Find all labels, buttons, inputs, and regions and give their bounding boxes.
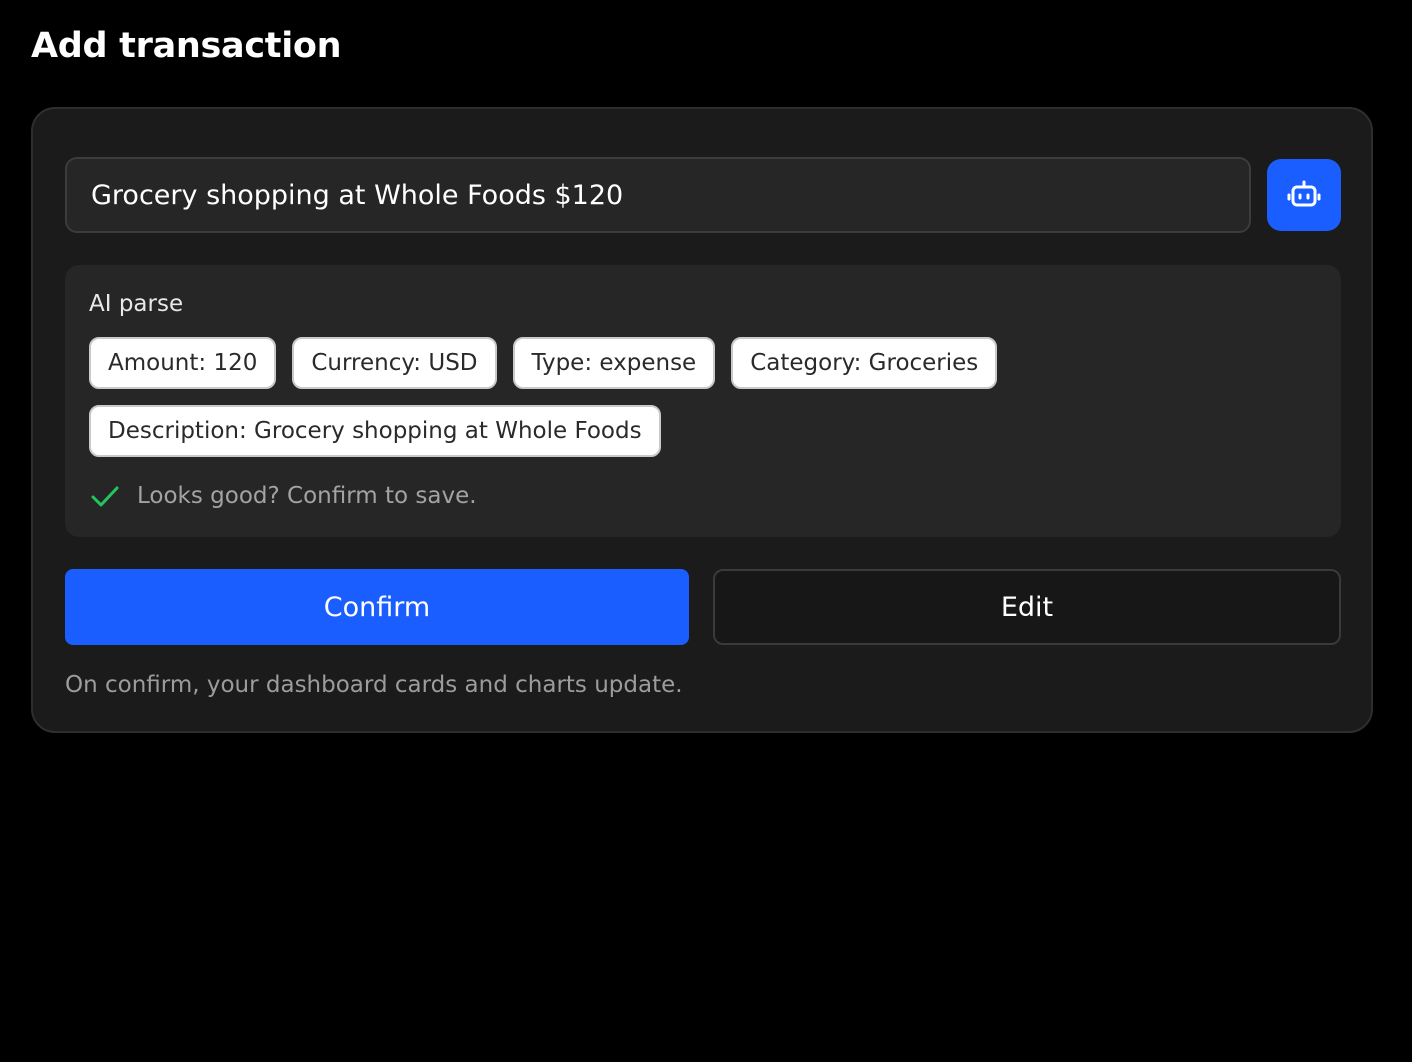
parse-status: Looks good? Confirm to save.: [89, 479, 477, 513]
status-text: Looks good? Confirm to save.: [137, 483, 477, 509]
edit-button[interactable]: Edit: [713, 569, 1341, 645]
transaction-text-input[interactable]: [65, 157, 1251, 233]
parsed-fields: Amount: 120 Currency: USD Type: expense …: [89, 337, 1309, 457]
chip-description: Description: Grocery shopping at Whole F…: [89, 405, 661, 457]
chip-category: Category: Groceries: [731, 337, 998, 389]
robot-icon: [1287, 180, 1321, 207]
ai-parse-button[interactable]: [1267, 159, 1341, 231]
confirm-button[interactable]: Confirm: [65, 569, 689, 645]
confirm-hint: On confirm, your dashboard cards and cha…: [65, 672, 683, 698]
ai-parse-label: AI parse: [89, 291, 184, 317]
chip-currency: Currency: USD: [292, 337, 497, 389]
add-transaction-card: AI parse Amount: 120 Currency: USD Type:…: [31, 107, 1373, 733]
chip-amount: Amount: 120: [89, 337, 277, 389]
check-icon: [91, 486, 119, 507]
chip-type: Type: expense: [512, 337, 716, 389]
transaction-input-row: [65, 157, 1341, 233]
ai-parse-panel: AI parse Amount: 120 Currency: USD Type:…: [65, 265, 1341, 537]
page-title: Add transaction: [31, 26, 342, 66]
